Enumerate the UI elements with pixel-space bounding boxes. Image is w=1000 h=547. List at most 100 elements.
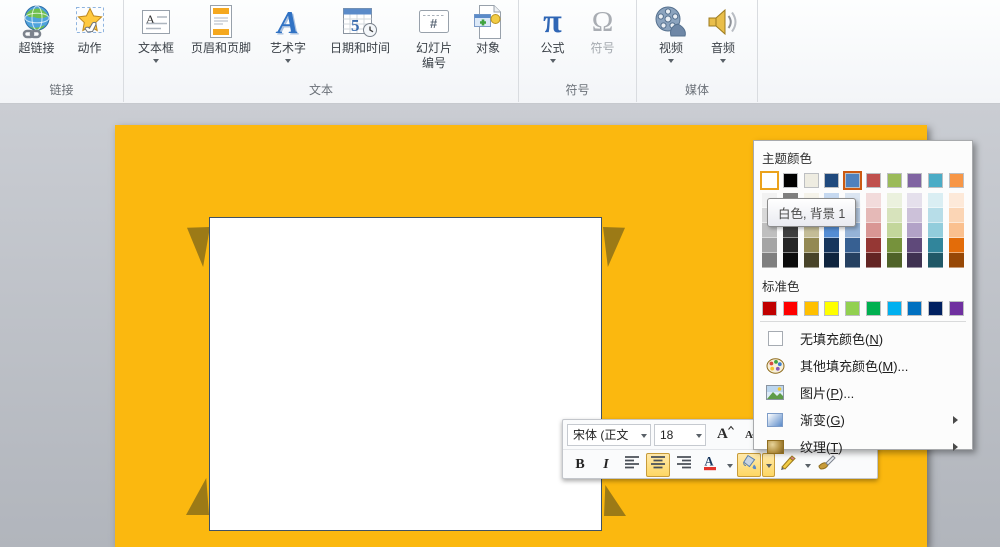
theme-tint-swatch[interactable]	[803, 253, 819, 268]
theme-tint-swatch[interactable]	[907, 208, 923, 223]
theme-color-swatch[interactable]	[824, 173, 840, 188]
align-left-button[interactable]	[620, 453, 644, 477]
ribbon-button-label: 页眉和页脚	[190, 41, 251, 55]
align-right-button[interactable]	[672, 453, 696, 477]
standard-color-swatch[interactable]	[928, 301, 944, 316]
corner-ribbon-shape[interactable]	[603, 227, 625, 267]
theme-tint-swatch[interactable]	[907, 223, 923, 238]
theme-tint-swatch[interactable]	[886, 193, 902, 208]
date-time-button[interactable]: 5 日期和时间	[316, 2, 404, 57]
standard-color-swatch[interactable]	[907, 301, 923, 316]
theme-tint-swatch[interactable]	[865, 223, 881, 238]
theme-tint-swatch[interactable]	[907, 253, 923, 268]
standard-color-swatch[interactable]	[948, 301, 964, 316]
shape-fill-button[interactable]	[737, 452, 761, 477]
font-color-dropdown[interactable]	[723, 453, 736, 477]
corner-ribbon-shape[interactable]	[186, 478, 209, 515]
corner-ribbon-shape[interactable]	[187, 227, 210, 267]
theme-tint-swatch[interactable]	[762, 253, 777, 268]
theme-tint-swatch[interactable]	[782, 238, 798, 253]
paint-bucket-icon	[740, 454, 759, 476]
standard-color-swatch[interactable]	[824, 301, 840, 316]
ribbon-button-label: 编号	[421, 56, 446, 70]
standard-color-swatch[interactable]	[845, 301, 861, 316]
ribbon-button-label: 超链接	[18, 41, 55, 55]
theme-tint-swatch[interactable]	[948, 193, 964, 208]
theme-tint-swatch[interactable]	[865, 253, 881, 268]
ribbon-button-label: 音频	[710, 41, 735, 55]
theme-tint-swatch[interactable]	[948, 208, 964, 223]
theme-tint-swatch[interactable]	[782, 253, 798, 268]
theme-tint-swatch[interactable]	[928, 238, 944, 253]
theme-color-swatch[interactable]	[782, 173, 798, 188]
font-size-combo[interactable]: 18	[654, 423, 706, 446]
hyperlink-globe-button[interactable]: 超链接	[9, 2, 65, 57]
theme-color-swatch[interactable]	[928, 173, 944, 188]
theme-color-swatch[interactable]	[886, 173, 902, 188]
standard-color-swatch[interactable]	[886, 301, 902, 316]
theme-tint-swatch[interactable]	[865, 193, 881, 208]
theme-color-swatch[interactable]	[845, 173, 861, 188]
wordart-button[interactable]: A 艺术字	[260, 2, 316, 64]
chevron-down-icon	[720, 59, 726, 63]
theme-tint-swatch[interactable]	[907, 238, 923, 253]
theme-color-swatch[interactable]	[907, 173, 923, 188]
grow-font-icon: A	[716, 424, 734, 445]
theme-tint-swatch[interactable]	[928, 193, 944, 208]
bold-button[interactable]: B	[568, 453, 592, 477]
text-box-button[interactable]: A 文本框	[130, 2, 182, 64]
standard-color-swatch[interactable]	[782, 301, 798, 316]
menu-item-label: 无填充颜色(N)	[800, 329, 883, 348]
standard-color-swatch[interactable]	[803, 301, 819, 316]
theme-tint-swatch[interactable]	[865, 208, 881, 223]
more-colors-icon	[764, 357, 786, 374]
theme-color-swatch[interactable]	[865, 173, 881, 188]
theme-color-swatch[interactable]	[762, 173, 777, 188]
standard-color-swatch[interactable]	[762, 301, 777, 316]
theme-tint-swatch[interactable]	[886, 253, 902, 268]
theme-tint-swatch[interactable]	[948, 223, 964, 238]
selected-rectangle-shape[interactable]	[209, 217, 602, 531]
audio-button[interactable]: 音频	[697, 2, 749, 64]
action-star-icon	[74, 3, 106, 41]
texture-menu-item[interactable]: 纹理(T)	[762, 433, 964, 460]
action-star-button[interactable]: 动作	[65, 2, 115, 57]
gradient-menu-item[interactable]: 渐变(G)	[762, 406, 964, 433]
theme-tint-swatch[interactable]	[803, 238, 819, 253]
picture-menu-item[interactable]: 图片(P)...	[762, 379, 964, 406]
corner-ribbon-shape[interactable]	[604, 485, 626, 516]
theme-tint-swatch[interactable]	[886, 223, 902, 238]
theme-tint-swatch[interactable]	[762, 238, 777, 253]
more-colors-menu-item[interactable]: 其他填充颜色(M)...	[762, 352, 964, 379]
grow-font-button[interactable]: A	[713, 423, 737, 447]
font-color-button[interactable]: A	[698, 453, 722, 477]
header-footer-button[interactable]: 页眉和页脚	[182, 2, 260, 57]
submenu-arrow-icon	[953, 442, 958, 451]
theme-tint-swatch[interactable]	[824, 238, 840, 253]
theme-color-swatch[interactable]	[948, 173, 964, 188]
align-center-button[interactable]	[646, 452, 670, 477]
slide-number-button[interactable]: # 幻灯片 编号	[404, 2, 464, 72]
theme-tint-swatch[interactable]	[928, 253, 944, 268]
object-button[interactable]: 对象	[464, 2, 512, 57]
theme-tint-swatch[interactable]	[948, 253, 964, 268]
theme-tint-swatch[interactable]	[845, 238, 861, 253]
omega-symbol-button[interactable]: Ω 符号	[578, 2, 628, 57]
video-button[interactable]: 视频	[645, 2, 697, 64]
equation-button[interactable]: π 公式	[528, 2, 578, 64]
no-fill-menu-item[interactable]: 无填充颜色(N)	[762, 325, 964, 352]
theme-tint-swatch[interactable]	[886, 208, 902, 223]
font-name-combo[interactable]: 宋体 (正文	[567, 423, 651, 446]
theme-tint-swatch[interactable]	[907, 193, 923, 208]
theme-tint-swatch[interactable]	[928, 208, 944, 223]
standard-color-swatch[interactable]	[865, 301, 881, 316]
theme-tint-swatch[interactable]	[845, 253, 861, 268]
gradient-icon	[764, 412, 786, 427]
theme-tint-swatch[interactable]	[928, 223, 944, 238]
theme-tint-swatch[interactable]	[865, 238, 881, 253]
theme-tint-swatch[interactable]	[948, 238, 964, 253]
theme-tint-swatch[interactable]	[886, 238, 902, 253]
italic-button[interactable]: I	[594, 453, 618, 477]
theme-tint-swatch[interactable]	[824, 253, 840, 268]
theme-color-swatch[interactable]	[803, 173, 819, 188]
